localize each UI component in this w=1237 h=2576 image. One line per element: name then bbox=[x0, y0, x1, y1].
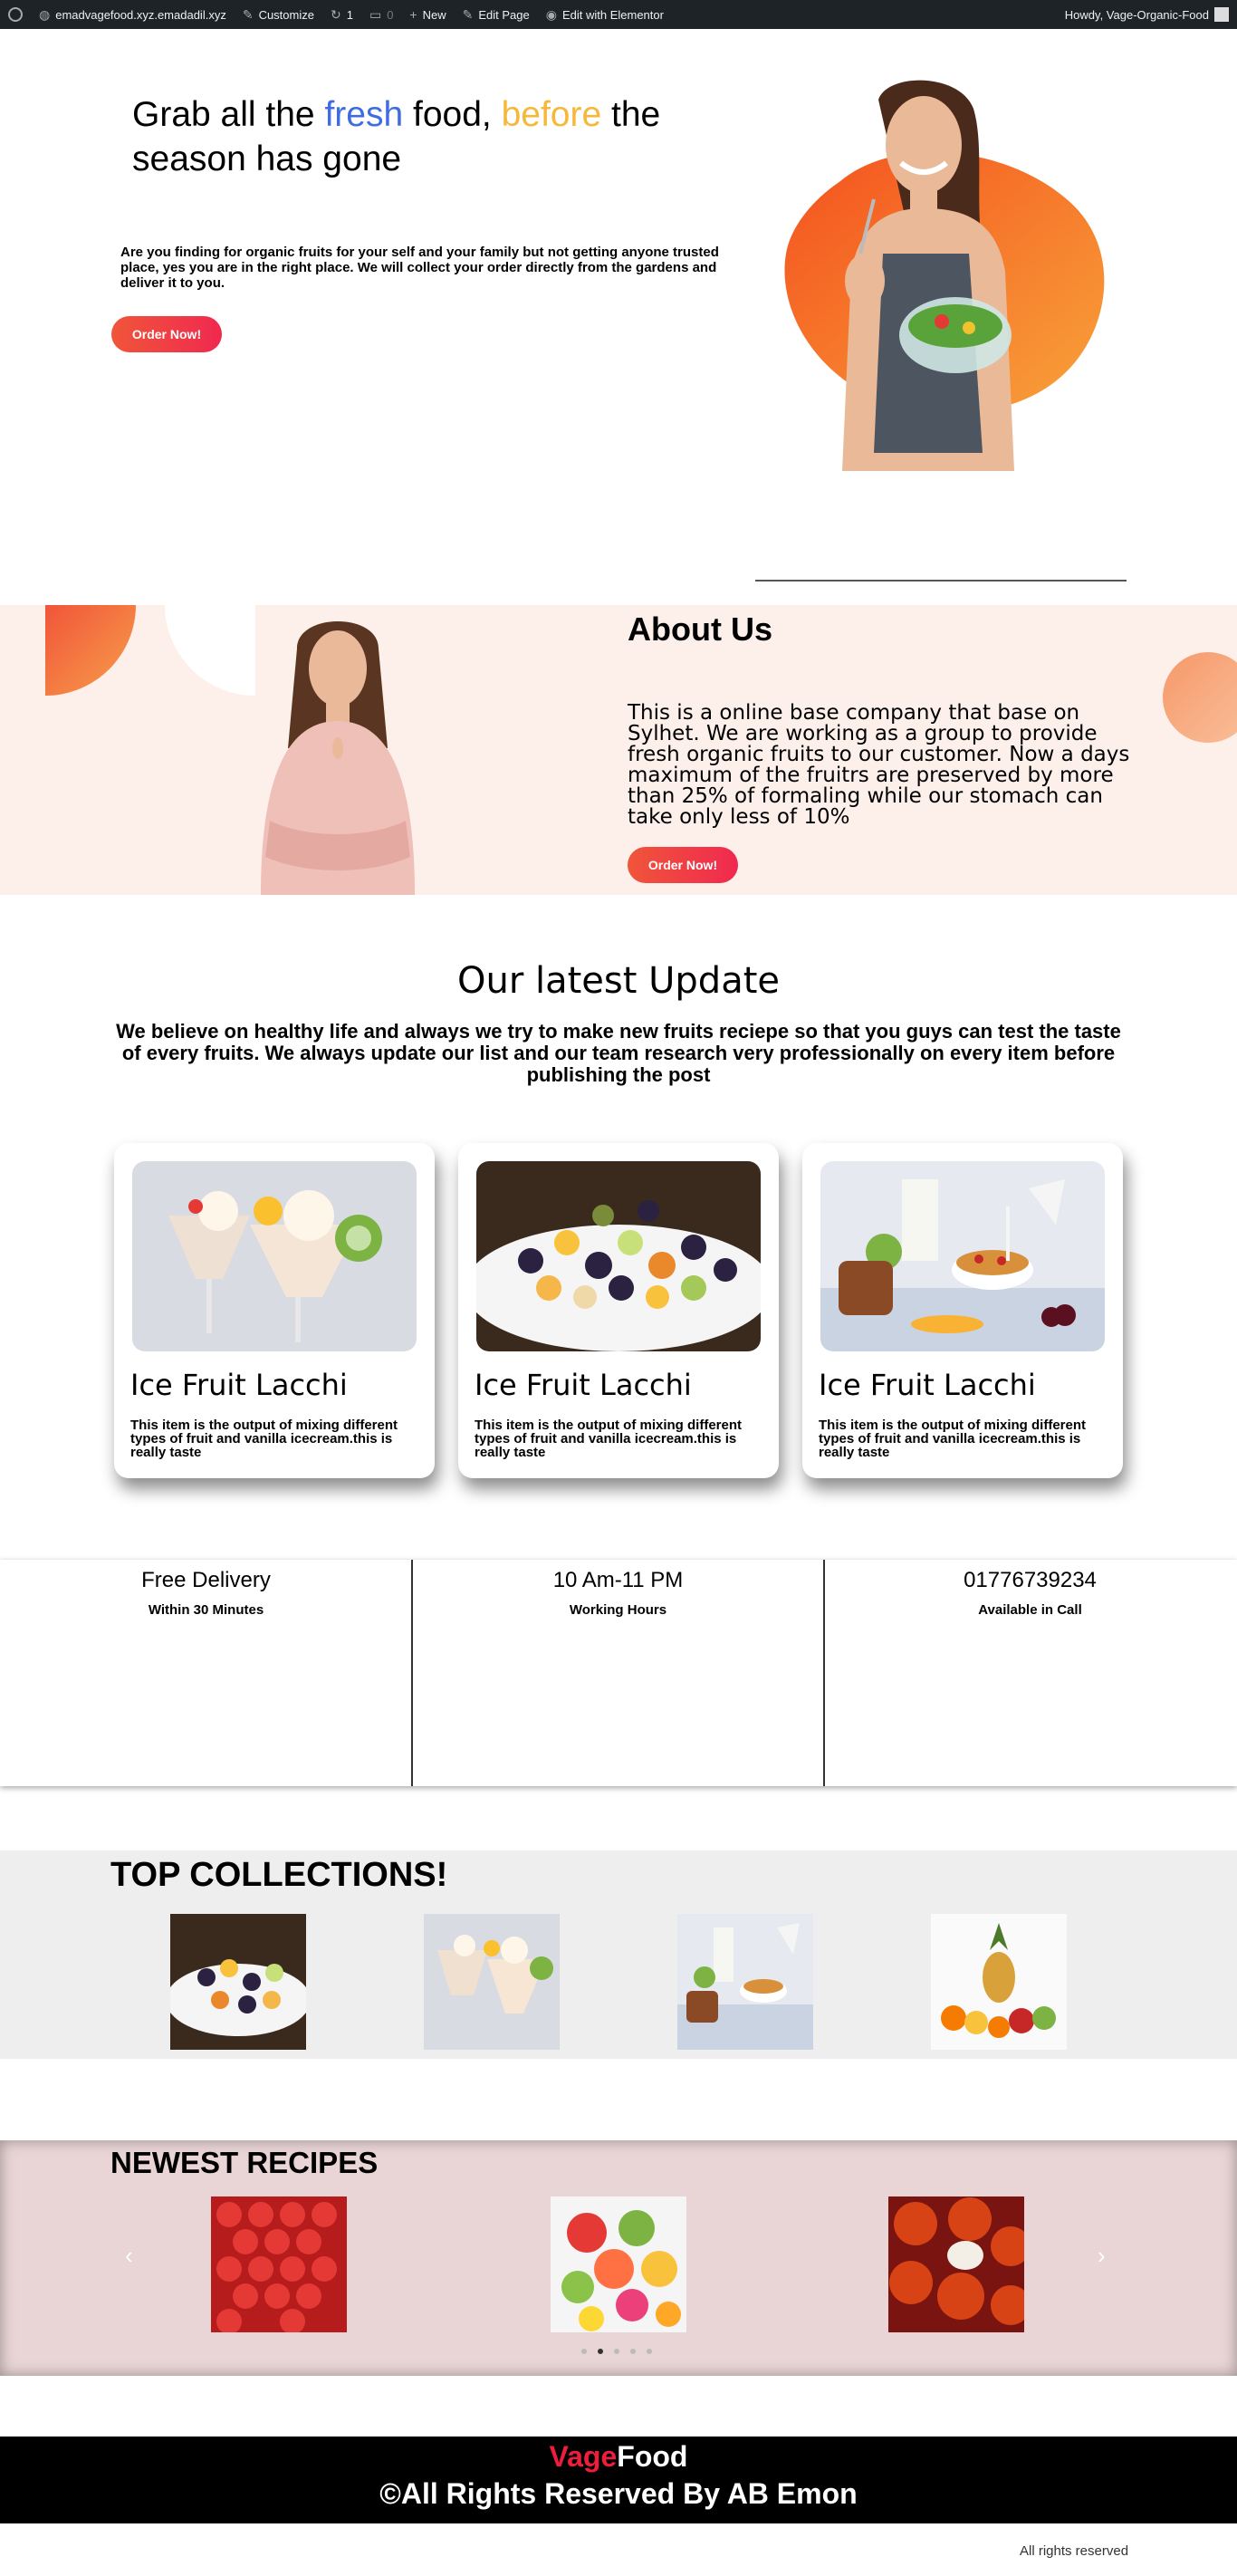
collection-fruit-salad-image[interactable] bbox=[170, 1914, 306, 2050]
info-strip: Free Delivery Within 30 Minutes 10 Am-11… bbox=[0, 1560, 1237, 1786]
carousel-dot-active[interactable] bbox=[598, 2349, 603, 2354]
latest-update-text: We believe on healthy life and always we… bbox=[116, 1020, 1121, 1086]
peach-circle-decoration bbox=[1163, 652, 1237, 743]
info-subtext: Available in Call bbox=[978, 1602, 1082, 1618]
collection-breakfast-image[interactable] bbox=[677, 1914, 813, 2050]
card-title: Ice Fruit Lacchi bbox=[475, 1368, 692, 1402]
about-woman-image bbox=[261, 621, 415, 895]
brush-icon: ✎ bbox=[242, 6, 254, 22]
info-heading: Free Delivery bbox=[141, 1568, 271, 1592]
about-section: About Us This is a online base company t… bbox=[0, 605, 1237, 895]
about-text: This is a online base company that base … bbox=[628, 701, 1130, 829]
edit-elementor-link[interactable]: ◉ Edit with Elementor bbox=[538, 0, 672, 29]
footer: VageFood ©All Rights Reserved By AB Emon bbox=[0, 2437, 1237, 2523]
card-text: This item is the output of mixing differ… bbox=[475, 1418, 742, 1460]
update-card[interactable]: Ice Fruit Lacchi This item is the output… bbox=[114, 1143, 435, 1478]
footer-copyright: ©All Rights Reserved By AB Emon bbox=[379, 2477, 858, 2510]
hero-title-before: before bbox=[501, 95, 602, 134]
hero-description: Are you finding for organic fruits for y… bbox=[120, 245, 719, 291]
new-content-link[interactable]: + New bbox=[401, 0, 454, 29]
edit-page-link[interactable]: ✎ Edit Page bbox=[455, 0, 538, 29]
fruit-salad-plate-image bbox=[476, 1161, 761, 1351]
top-collections-section: TOP COLLECTIONS! bbox=[0, 1850, 1237, 2059]
recipe-rambutan-image[interactable] bbox=[888, 2196, 1024, 2332]
card-text: This item is the output of mixing differ… bbox=[819, 1418, 1086, 1460]
newest-recipes-section: NEWEST RECIPES ‹ › bbox=[0, 2140, 1237, 2376]
pencil-icon: ✎ bbox=[462, 6, 474, 22]
carousel-pagination bbox=[581, 2349, 652, 2354]
info-delivery: Free Delivery Within 30 Minutes bbox=[0, 1560, 412, 1786]
site-name-link[interactable]: ◍ emadvagefood.xyz.emadadil.xyz bbox=[31, 0, 235, 29]
info-hours: 10 Am-11 PM Working Hours bbox=[411, 1560, 823, 1786]
hero-order-now-button[interactable]: Order Now! bbox=[111, 316, 222, 352]
page: { "admin_bar": { "site_name": "emadvagef… bbox=[0, 0, 1237, 2576]
white-quarter-circle-decoration bbox=[165, 605, 255, 696]
breakfast-cereal-milk-image bbox=[820, 1161, 1105, 1351]
card-title: Ice Fruit Lacchi bbox=[130, 1368, 348, 1402]
plus-icon: + bbox=[409, 7, 417, 22]
updates-icon: ↻ bbox=[330, 6, 341, 22]
carousel-dot[interactable] bbox=[630, 2349, 636, 2354]
recipe-strawberries-image[interactable] bbox=[211, 2196, 347, 2332]
about-title: About Us bbox=[628, 610, 772, 648]
info-subtext: Working Hours bbox=[569, 1602, 667, 1618]
comments-link[interactable]: ▭ 0 bbox=[361, 0, 401, 29]
collection-ice-fruit-image[interactable] bbox=[424, 1914, 560, 2050]
latest-update-title: Our latest Update bbox=[456, 960, 780, 1002]
footer-brand: VageFood bbox=[549, 2440, 688, 2473]
hero-woman-salad-image bbox=[842, 80, 1014, 471]
carousel-dot[interactable] bbox=[581, 2349, 587, 2354]
my-account-link[interactable]: Howdy, Vage-Organic-Food bbox=[1057, 0, 1237, 29]
carousel-dot[interactable] bbox=[614, 2349, 619, 2354]
carousel-prev-icon[interactable]: ‹ bbox=[125, 2242, 133, 2270]
info-subtext: Within 30 Minutes bbox=[148, 1602, 264, 1618]
recipe-fruit-platter-image[interactable] bbox=[551, 2196, 686, 2332]
carousel-next-icon[interactable]: › bbox=[1098, 2242, 1106, 2270]
avatar bbox=[1214, 7, 1229, 22]
update-card[interactable]: Ice Fruit Lacchi This item is the output… bbox=[802, 1143, 1123, 1478]
info-phone: 01776739234 Available in Call bbox=[823, 1560, 1235, 1786]
info-heading: 01776739234 bbox=[964, 1568, 1097, 1592]
card-text: This item is the output of mixing differ… bbox=[130, 1418, 398, 1460]
newest-recipes-title: NEWEST RECIPES bbox=[110, 2146, 379, 2179]
dashboard-icon: ◍ bbox=[39, 6, 51, 22]
top-collections-title: TOP COLLECTIONS! bbox=[110, 1856, 448, 1894]
carousel-dot[interactable] bbox=[647, 2349, 652, 2354]
admin-bar: ◍ emadvagefood.xyz.emadadil.xyz ✎ Customiz… bbox=[0, 0, 1237, 29]
about-order-now-button[interactable]: Order Now! bbox=[628, 847, 738, 883]
customize-link[interactable]: ✎ Customize bbox=[235, 0, 322, 29]
ice-fruit-lacchi-image bbox=[132, 1161, 417, 1351]
hero-divider bbox=[755, 580, 1127, 582]
elementor-icon: ◉ bbox=[545, 6, 557, 22]
info-heading: 10 Am-11 PM bbox=[552, 1568, 684, 1592]
wordpress-logo-icon[interactable] bbox=[0, 0, 31, 29]
hero-title: Grab all the fresh food, before the seas… bbox=[132, 95, 661, 178]
orange-quarter-circle-decoration bbox=[45, 605, 136, 696]
all-rights-reserved-text: All rights reserved bbox=[1020, 2543, 1129, 2559]
hero-title-fresh: fresh bbox=[324, 95, 404, 134]
update-card[interactable]: Ice Fruit Lacchi This item is the output… bbox=[458, 1143, 779, 1478]
collection-pineapple-fruits-image[interactable] bbox=[931, 1914, 1067, 2050]
card-title: Ice Fruit Lacchi bbox=[819, 1368, 1036, 1402]
comment-icon: ▭ bbox=[369, 6, 382, 22]
updates-link[interactable]: ↻ 1 bbox=[322, 0, 361, 29]
